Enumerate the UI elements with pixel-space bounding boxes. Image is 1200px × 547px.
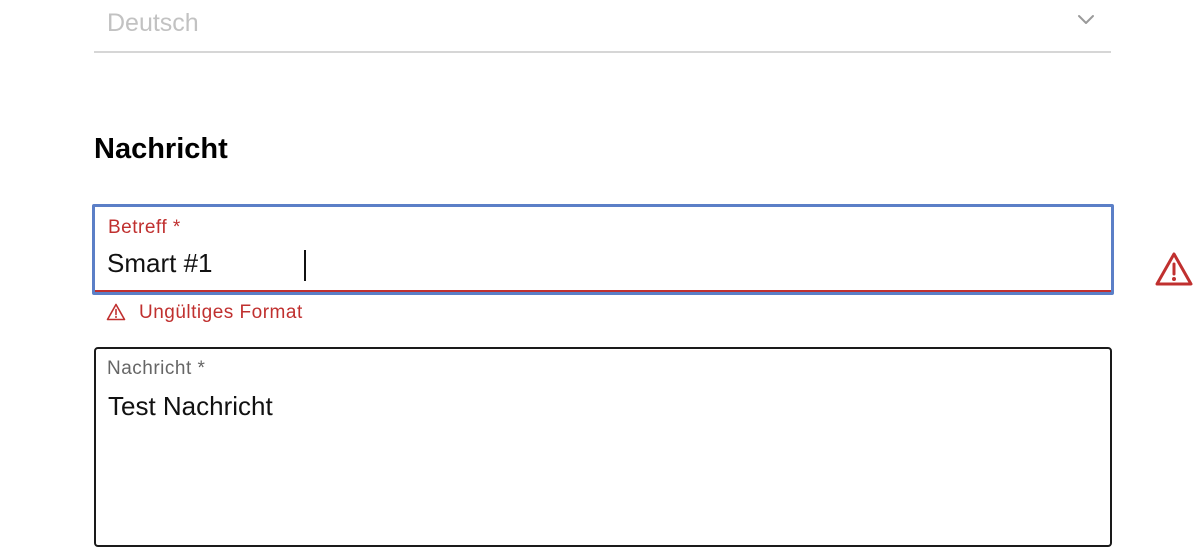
section-title: Nachricht xyxy=(94,133,228,165)
message-label: Nachricht * xyxy=(107,358,206,379)
error-underline xyxy=(95,290,1111,292)
message-field[interactable]: Nachricht * Test Nachricht xyxy=(94,347,1112,547)
warning-icon xyxy=(106,303,126,321)
error-message: Ungültiges Format xyxy=(139,302,303,323)
text-cursor xyxy=(304,250,306,281)
subject-input[interactable] xyxy=(107,248,1007,279)
language-select[interactable]: Deutsch xyxy=(94,0,1111,53)
chevron-down-icon[interactable] xyxy=(1077,13,1095,27)
subject-label: Betreff * xyxy=(108,217,181,238)
subject-field[interactable]: Betreff * xyxy=(92,204,1193,295)
warning-icon xyxy=(1154,251,1194,287)
message-textarea[interactable]: Test Nachricht xyxy=(108,391,1088,531)
language-select-value: Deutsch xyxy=(107,9,199,37)
